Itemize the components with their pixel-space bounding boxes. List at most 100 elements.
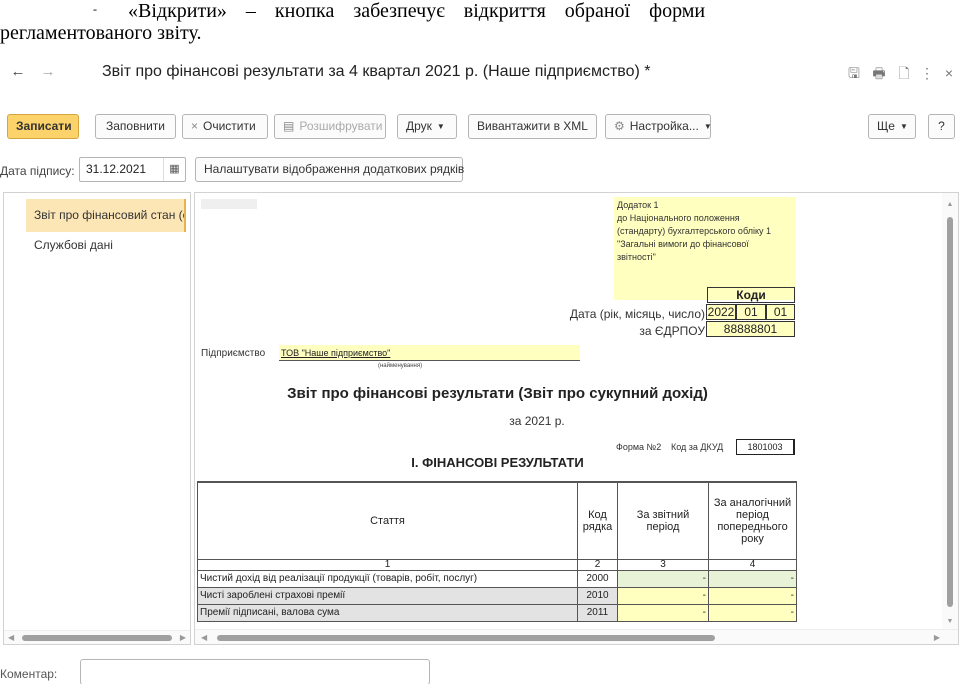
save-button[interactable]: Записати bbox=[7, 114, 79, 139]
column-number: 1 bbox=[197, 558, 578, 571]
preview-icon[interactable]: 🗋 bbox=[893, 62, 915, 84]
scroll-right-icon[interactable]: ▶ bbox=[934, 630, 940, 644]
sign-date-input[interactable]: 31.12.2021 ▦ bbox=[79, 157, 186, 182]
configure-rows-button[interactable]: Налаштувати відображення додаткових рядк… bbox=[195, 157, 464, 182]
close-icon: × bbox=[191, 119, 199, 133]
save-file-icon[interactable]: 🖫 bbox=[843, 62, 865, 84]
table-row: Премії підписані, валова сума 2011 - - bbox=[197, 603, 797, 622]
export-xml-button[interactable]: Вивантажити в XML bbox=[468, 114, 597, 139]
scroll-left-icon[interactable]: ◀ bbox=[201, 630, 207, 644]
table-header-row: Стаття Код рядка За звітний період За ан… bbox=[197, 481, 797, 560]
annex-line: (стандарту) бухгалтерського обліку 1 bbox=[617, 226, 771, 236]
table-row: Чисті зароблені страхові премії 2010 - - bbox=[197, 586, 797, 605]
settings-button-label: Настройка... bbox=[629, 119, 699, 133]
sign-date-value: 31.12.2021 bbox=[86, 162, 147, 176]
edrpou-cell[interactable]: 88888801 bbox=[706, 321, 795, 337]
window-titlebar: ← → Звіт про фінансові результати за 4 к… bbox=[0, 56, 962, 90]
help-button[interactable]: ? bbox=[928, 114, 955, 139]
print-button-label: Друк bbox=[406, 119, 432, 133]
column-number: 4 bbox=[708, 558, 797, 571]
decode-button[interactable]: ▤ Розшифрувати bbox=[274, 114, 386, 139]
document-text-line-1: - «Відкрити» – кнопка забезпечує відкрит… bbox=[0, 0, 962, 24]
row-code: 2010 bbox=[577, 586, 618, 605]
print-icon[interactable]: 🖶 bbox=[868, 62, 890, 84]
financial-results-table: Стаття Код рядка За звітний період За ан… bbox=[197, 481, 797, 622]
previous-value-cell[interactable]: - bbox=[708, 569, 797, 588]
edrpou-label: за ЄДРПОУ bbox=[639, 324, 705, 338]
horizontal-scrollbar[interactable]: ◀ ▶ bbox=[4, 630, 190, 644]
current-value-cell[interactable]: - bbox=[617, 586, 709, 605]
scroll-down-icon[interactable]: ▼ bbox=[942, 618, 958, 625]
chevron-down-icon: ▼ bbox=[436, 122, 445, 132]
sidebar-item-service-data[interactable]: Службові дані bbox=[26, 229, 186, 262]
decode-button-label: Розшифрувати bbox=[299, 119, 383, 133]
print-dropdown-button[interactable]: Друк ▼ bbox=[397, 114, 457, 139]
row-name: Премії підписані, валова сума bbox=[197, 603, 578, 622]
annex-line: до Національного положення bbox=[617, 213, 740, 223]
scroll-right-icon[interactable]: ▶ bbox=[180, 631, 186, 645]
horizontal-scrollbar[interactable]: ◀ ▶ bbox=[195, 629, 958, 644]
dkud-code: 1801003 bbox=[736, 439, 795, 455]
clear-button-label: Очистити bbox=[203, 119, 256, 133]
column-numbers-row: 1 2 3 4 bbox=[197, 558, 797, 571]
clear-button[interactable]: × Очистити bbox=[182, 114, 268, 139]
report-year-cell[interactable]: 2022 bbox=[706, 304, 736, 320]
report-sections-panel: Звіт про фінансовий стан (ста Службові д… bbox=[3, 192, 191, 645]
report-year: за 2021 р. bbox=[509, 414, 565, 428]
annex-line: Додаток 1 bbox=[617, 200, 659, 210]
report-date-label: Дата (рік, місяць, число) bbox=[569, 307, 705, 321]
annex-line: "Загальні вимоги до фінансової bbox=[617, 239, 749, 249]
header-previous-period: За аналогічний період попереднього року bbox=[708, 481, 797, 560]
placeholder-block bbox=[201, 199, 257, 209]
chevron-down-icon: ▼ bbox=[703, 122, 712, 132]
chevron-down-icon: ▼ bbox=[899, 122, 908, 132]
row-code: 2000 bbox=[577, 569, 618, 588]
vertical-scrollbar[interactable]: ▲ ▼ bbox=[942, 193, 958, 631]
current-value-cell[interactable]: - bbox=[617, 603, 709, 622]
window-title: Звіт про фінансові результати за 4 кварт… bbox=[102, 63, 651, 80]
sidebar-item-financial-state[interactable]: Звіт про фінансовий стан (ста bbox=[26, 199, 186, 232]
section-title: І. ФІНАНСОВІ РЕЗУЛЬТАТИ bbox=[411, 455, 584, 470]
sign-date-label: Дата підпису: bbox=[0, 164, 75, 178]
back-arrow-icon[interactable]: ← bbox=[8, 62, 28, 82]
calendar-icon[interactable]: ▦ bbox=[163, 158, 185, 181]
report-form-area: Додаток 1 до Національного положення (ст… bbox=[194, 192, 959, 645]
column-number: 3 bbox=[617, 558, 709, 571]
enterprise-field[interactable]: ТОВ "Наше підприємство" bbox=[279, 345, 580, 361]
form-number-label: Форма №2 bbox=[616, 442, 662, 452]
row-name: Чисті зароблені страхові премії bbox=[197, 586, 578, 605]
table-row: Чистий дохід від реалізації продукції (т… bbox=[197, 569, 797, 588]
gear-icon: ⚙ bbox=[614, 119, 625, 133]
header-current-period: За звітний період bbox=[617, 481, 709, 560]
codes-header: Коди bbox=[707, 287, 795, 303]
column-number: 2 bbox=[577, 558, 618, 571]
report-month-cell[interactable]: 01 bbox=[736, 304, 766, 320]
forward-arrow-icon[interactable]: → bbox=[38, 62, 58, 82]
annex-line: звітності" bbox=[617, 252, 656, 262]
document-icon: ▤ bbox=[283, 119, 295, 133]
scroll-up-icon[interactable]: ▲ bbox=[942, 201, 958, 208]
previous-value-cell[interactable]: - bbox=[708, 603, 797, 622]
report-day-cell[interactable]: 01 bbox=[766, 304, 795, 320]
scroll-left-icon[interactable]: ◀ bbox=[8, 631, 14, 645]
report-title: Звіт про фінансові результати (Звіт про … bbox=[287, 385, 708, 402]
previous-value-cell[interactable]: - bbox=[708, 586, 797, 605]
current-value-cell[interactable]: - bbox=[617, 569, 709, 588]
comment-label: Коментар: bbox=[0, 667, 58, 681]
row-name: Чистий дохід від реалізації продукції (т… bbox=[197, 569, 578, 588]
header-article: Стаття bbox=[197, 481, 578, 560]
scrollbar-thumb[interactable] bbox=[22, 635, 172, 641]
settings-dropdown-button[interactable]: ⚙ Настройка... ▼ bbox=[605, 114, 712, 139]
close-icon[interactable]: × bbox=[938, 62, 960, 84]
enterprise-note: (найменування) bbox=[378, 363, 423, 369]
row-code: 2011 bbox=[577, 603, 618, 622]
more-button-label: Ще bbox=[877, 119, 895, 133]
annex-note: Додаток 1 до Національного положення (ст… bbox=[614, 197, 796, 300]
more-dropdown-button[interactable]: Ще ▼ bbox=[868, 114, 916, 139]
enterprise-label: Підприємство bbox=[201, 348, 266, 359]
more-menu-icon[interactable]: ⋮ bbox=[916, 62, 938, 84]
scrollbar-thumb[interactable] bbox=[217, 635, 715, 641]
comment-input[interactable] bbox=[80, 659, 430, 684]
scrollbar-thumb[interactable] bbox=[947, 217, 953, 607]
fill-button[interactable]: Заповнити bbox=[95, 114, 176, 139]
